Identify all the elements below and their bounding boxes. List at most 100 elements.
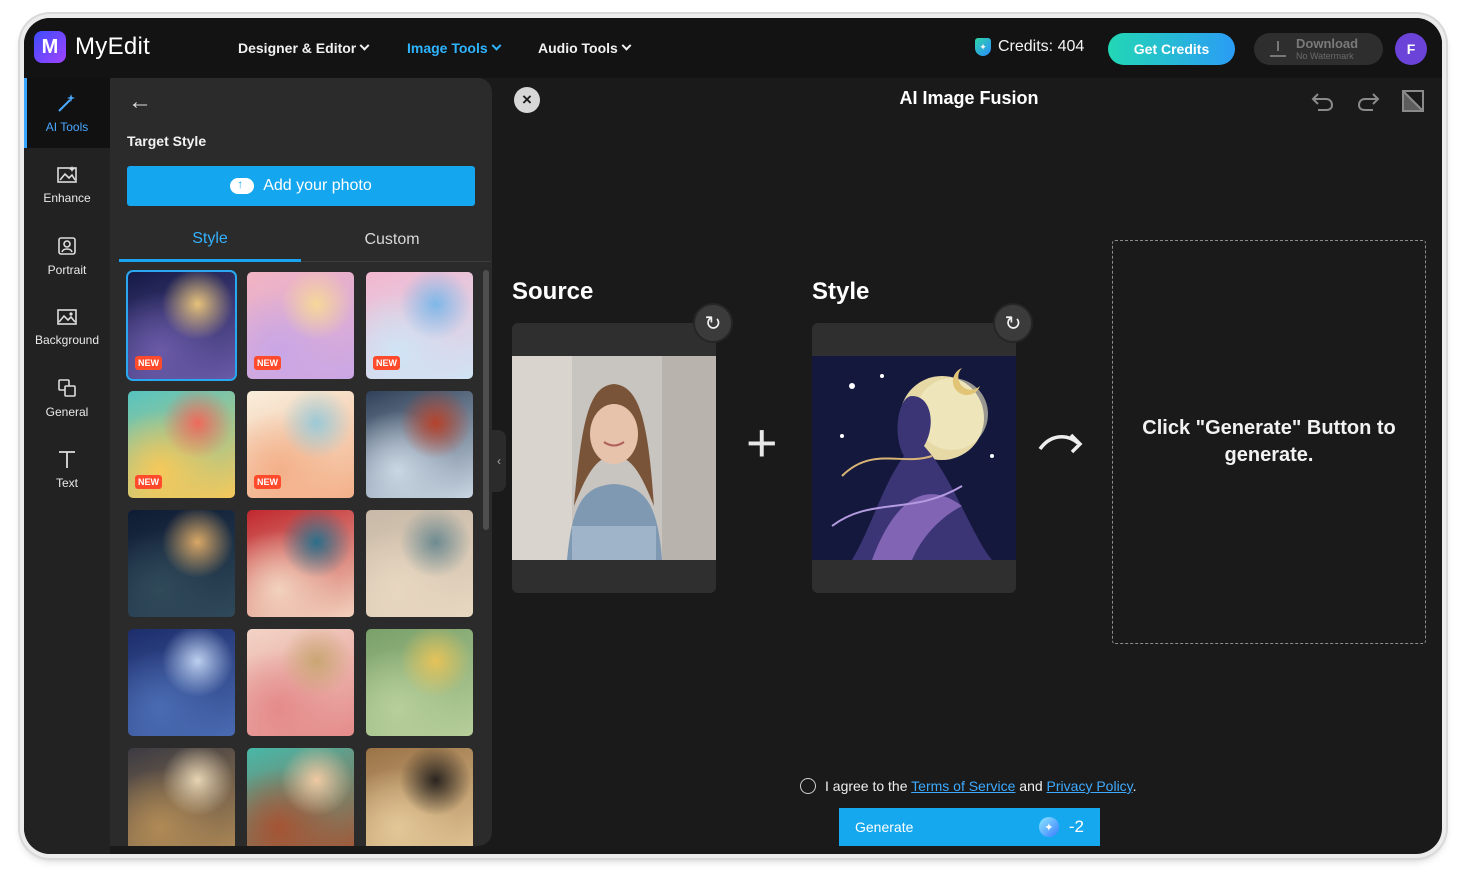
undo-icon[interactable] xyxy=(1310,88,1336,114)
collapse-panel-handle[interactable]: ‹ xyxy=(492,430,506,492)
privacy-link[interactable]: Privacy Policy xyxy=(1047,778,1133,794)
rail-item-enhance[interactable]: Enhance xyxy=(24,150,110,220)
download-icon xyxy=(1270,41,1286,57)
close-button[interactable]: × xyxy=(514,87,540,113)
credit-sparkle-icon: ✦ xyxy=(1038,817,1059,837)
style-thumb-meadow-child[interactable] xyxy=(366,629,473,736)
nav-image-tools[interactable]: Image Tools xyxy=(407,40,502,56)
panel-scrollbar[interactable] xyxy=(483,270,489,530)
credit-shield-icon: ✦ xyxy=(975,38,991,56)
credits-display: ✦ Credits: 404 xyxy=(975,38,1084,56)
style-thumb-fantasy-architecture[interactable] xyxy=(128,748,235,846)
style-thumb-golden-bokeh[interactable] xyxy=(366,510,473,617)
generate-label: Generate xyxy=(855,819,914,835)
image-enhance-icon xyxy=(57,166,77,183)
style-card[interactable] xyxy=(812,323,1016,593)
close-icon: × xyxy=(522,90,532,109)
left-rail: AI Tools Enhance Portrait Background Gen… xyxy=(24,78,110,854)
plus-icon: + xyxy=(746,413,778,473)
compare-icon[interactable] xyxy=(1400,88,1426,114)
nav-audio-tools[interactable]: Audio Tools xyxy=(538,40,632,56)
source-card[interactable] xyxy=(512,323,716,593)
nav-label: Designer & Editor xyxy=(238,40,357,56)
rail-item-text[interactable]: Text xyxy=(24,434,110,504)
source-image xyxy=(512,356,716,560)
style-thumb-snowman-village[interactable] xyxy=(366,391,473,498)
result-hint-text: Click "Generate" Button to generate. xyxy=(1142,417,1396,466)
tab-style[interactable]: Style xyxy=(119,218,301,262)
new-badge: NEW xyxy=(373,356,400,370)
style-thumb-celestial-dancer[interactable]: NEW xyxy=(126,270,237,381)
credits-label: Credits: 404 xyxy=(998,38,1085,55)
chevron-down-icon xyxy=(491,40,502,51)
magic-wand-icon xyxy=(58,94,75,112)
style-thumb-pastel-butterflies[interactable]: NEW xyxy=(247,272,354,379)
result-placeholder: Click "Generate" Button to generate. xyxy=(1112,240,1426,644)
style-thumb-winter-girl-portrait[interactable] xyxy=(247,510,354,617)
style-thumb-winter-night-forest[interactable] xyxy=(128,510,235,617)
curved-arrow-icon xyxy=(1038,426,1086,468)
style-thumb-art-nouveau-lady[interactable] xyxy=(247,629,354,736)
rail-item-portrait[interactable]: Portrait xyxy=(24,221,110,291)
rail-label: Background xyxy=(34,333,100,347)
rail-label: Enhance xyxy=(43,191,91,205)
rail-label: Text xyxy=(55,476,78,490)
redo-icon[interactable] xyxy=(1355,88,1381,114)
tab-custom[interactable]: Custom xyxy=(301,218,483,262)
agree-text: I agree to the Terms of Service and Priv… xyxy=(825,778,1137,794)
download-button[interactable]: Download No Watermark xyxy=(1254,33,1383,65)
agree-suffix: . xyxy=(1132,778,1137,794)
refresh-icon: ↻ xyxy=(1004,312,1022,335)
brand-name: MyEdit xyxy=(75,33,151,60)
download-label: Download xyxy=(1296,36,1359,51)
avatar[interactable]: F xyxy=(1395,33,1427,65)
back-arrow-icon[interactable]: ← xyxy=(128,88,152,116)
agree-prefix: I agree to the xyxy=(825,778,908,794)
new-badge: NEW xyxy=(254,356,281,370)
background-icon xyxy=(57,309,77,325)
style-thumb-boho-rainbow-pattern[interactable]: NEW xyxy=(247,391,354,498)
text-icon xyxy=(59,451,75,468)
terms-agreement: I agree to the Terms of Service and Priv… xyxy=(800,778,1137,794)
chevron-down-icon xyxy=(621,40,632,51)
nav-designer-editor[interactable]: Designer & Editor xyxy=(238,40,370,56)
style-label: Style xyxy=(812,278,870,305)
top-bar: M MyEdit Designer & Editor Image Tools A… xyxy=(24,18,1442,78)
style-thumb-retro-portrait[interactable] xyxy=(247,748,354,846)
new-badge: NEW xyxy=(135,475,162,489)
generate-cost: ✦ -2 xyxy=(1038,817,1084,837)
new-badge: NEW xyxy=(135,356,162,370)
rail-label: General xyxy=(45,405,89,419)
replace-source-button[interactable]: ↻ xyxy=(693,303,733,343)
source-label: Source xyxy=(512,278,594,305)
rail-label: AI Tools xyxy=(45,120,89,134)
get-credits-button[interactable]: Get Credits xyxy=(1108,33,1235,65)
logo[interactable]: M MyEdit xyxy=(34,31,150,63)
download-sublabel: No Watermark xyxy=(1296,51,1354,61)
nav-label: Image Tools xyxy=(407,40,488,56)
style-thumb-rainbow-hills[interactable]: NEW xyxy=(128,391,235,498)
general-icon xyxy=(58,379,76,397)
rail-item-background[interactable]: Background xyxy=(24,292,110,362)
agree-and: and xyxy=(1019,778,1043,794)
add-photo-button[interactable]: Add your photo xyxy=(127,166,475,206)
rail-item-general[interactable]: General xyxy=(24,363,110,433)
rail-label: Portrait xyxy=(47,263,87,277)
style-tabs: Style Custom xyxy=(119,218,491,262)
style-image xyxy=(812,356,1016,560)
rail-item-ai-tools[interactable]: AI Tools xyxy=(24,78,110,148)
add-photo-label: Add your photo xyxy=(263,177,372,194)
replace-style-button[interactable]: ↻ xyxy=(993,303,1033,343)
upload-cloud-icon xyxy=(230,177,255,194)
style-thumb-starry-snowfall[interactable] xyxy=(128,629,235,736)
chevron-left-icon: ‹ xyxy=(497,454,501,468)
terms-link[interactable]: Terms of Service xyxy=(911,778,1015,794)
agree-checkbox[interactable] xyxy=(800,778,816,794)
generate-button[interactable]: Generate ✦ -2 xyxy=(839,808,1100,846)
style-thumb-egyptian-mural[interactable] xyxy=(366,748,473,846)
style-thumb-dreamy-clouds[interactable]: NEW xyxy=(366,272,473,379)
new-badge: NEW xyxy=(254,475,281,489)
style-panel: ← Target Style Add your photo Style Cust… xyxy=(110,78,492,846)
nav-label: Audio Tools xyxy=(538,40,618,56)
logo-mark-icon: M xyxy=(34,31,66,63)
